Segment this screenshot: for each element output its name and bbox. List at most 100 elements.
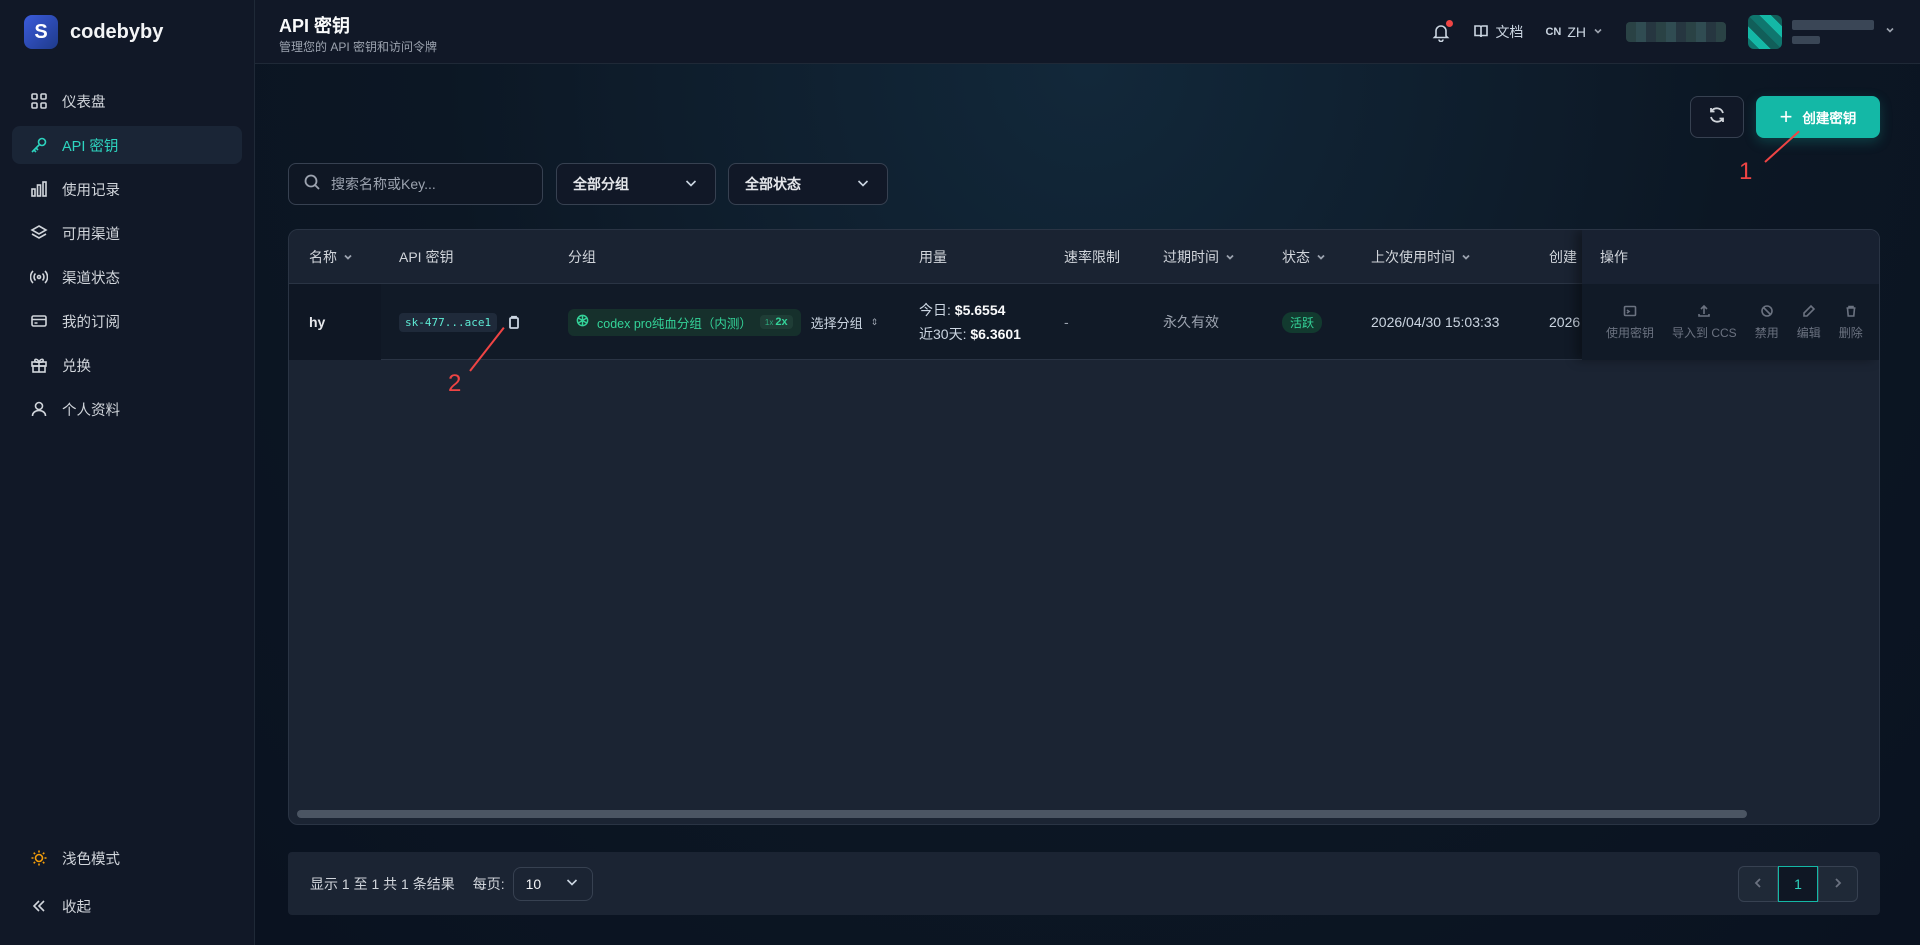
horizontal-scrollbar[interactable]	[297, 810, 1747, 818]
sidebar-item-usage[interactable]: 使用记录	[12, 170, 242, 208]
user-info	[1792, 20, 1874, 44]
use-key-button[interactable]: 使用密钥	[1606, 304, 1654, 341]
top-header: API 密钥 管理您的 API 密钥和访问令牌 文档 CN ZH	[255, 0, 1920, 64]
column-usage: 用量	[919, 230, 947, 284]
sidebar-item-label: API 密钥	[62, 138, 119, 155]
status-filter-value: 全部状态	[745, 176, 801, 192]
collapse-sidebar-button[interactable]: 收起	[12, 887, 242, 925]
column-key: API 密钥	[399, 230, 453, 284]
brand[interactable]: S codebyby	[0, 0, 254, 64]
refresh-icon	[1707, 105, 1727, 130]
prev-page-button[interactable]	[1738, 866, 1778, 902]
theme-toggle[interactable]: 浅色模式	[12, 839, 242, 877]
column-status[interactable]: 状态	[1282, 230, 1326, 284]
api-key-value: sk-477...ace1	[399, 312, 498, 332]
column-status-label: 状态	[1282, 249, 1310, 265]
ban-icon	[1760, 304, 1774, 321]
page-1-button[interactable]: 1	[1778, 866, 1818, 902]
chevron-down-icon	[1884, 23, 1896, 41]
sort-icon	[1316, 249, 1326, 265]
trash-icon	[1844, 304, 1858, 321]
sidebar-item-redeem[interactable]: 兑换	[12, 346, 242, 384]
row-actions: 使用密钥 导入到 CCS 禁用 编辑 删除	[1582, 284, 1879, 360]
bar-chart-icon	[30, 180, 48, 198]
group-filter-value: 全部分组	[573, 176, 629, 192]
terminal-icon	[1623, 304, 1637, 321]
user-icon	[30, 400, 48, 418]
sidebar-item-channel-status[interactable]: 渠道状态	[12, 258, 242, 296]
column-name[interactable]: 名称	[309, 230, 353, 284]
delete-label: 删除	[1838, 325, 1863, 340]
usage-today-value: $5.6554	[954, 302, 1006, 318]
sun-icon	[30, 849, 48, 867]
per-page-value: 10	[525, 875, 542, 892]
status-cell: 活跃	[1282, 284, 1323, 360]
sort-icon	[1225, 249, 1235, 265]
edit-key-button[interactable]: 编辑	[1797, 304, 1821, 341]
docs-label: 文档	[1495, 24, 1524, 40]
copy-key-button[interactable]	[507, 315, 521, 329]
search-box[interactable]	[288, 163, 543, 205]
sidebar-item-subscriptions[interactable]: 我的订阅	[12, 302, 242, 340]
sidebar-item-profile[interactable]: 个人资料	[12, 390, 242, 428]
column-rate-label: 速率限制	[1064, 249, 1120, 265]
sort-icon	[1461, 249, 1471, 265]
column-last-used[interactable]: 上次使用时间	[1371, 230, 1471, 284]
import-ccs-button[interactable]: 导入到 CCS	[1672, 304, 1737, 341]
sidebar-item-channels[interactable]: 可用渠道	[12, 214, 242, 252]
sidebar-item-api-keys[interactable]: API 密钥	[12, 126, 242, 164]
docs-link[interactable]: 文档	[1473, 22, 1523, 42]
user-role-redacted	[1792, 36, 1820, 44]
import-ccs-label: 导入到 CCS	[1672, 325, 1737, 340]
next-page-button[interactable]	[1818, 866, 1858, 902]
language-label: ZH	[1567, 24, 1586, 40]
column-expire[interactable]: 过期时间	[1163, 230, 1235, 284]
column-key-label: API 密钥	[399, 249, 454, 265]
sidebar-item-label: 兑换	[62, 358, 91, 375]
per-page-select[interactable]: 10	[512, 866, 593, 901]
delete-key-button[interactable]: 删除	[1839, 304, 1863, 341]
create-key-button[interactable]: + 创建密钥	[1756, 96, 1880, 138]
api-keys-table: 名称 API 密钥 分组 用量 速率限制 过期时间 状态 上次使用时间 创建 h…	[288, 229, 1880, 825]
refresh-button[interactable]	[1690, 96, 1744, 138]
user-menu[interactable]	[1748, 15, 1896, 49]
sidebar-item-dashboard[interactable]: 仪表盘	[12, 82, 242, 120]
plus-icon: +	[1779, 104, 1793, 129]
group-badge: codex pro纯血分组（内测） 1x 2x	[568, 308, 801, 336]
name-cell-bg	[289, 284, 381, 360]
usage-today: 今日: $5.6554	[919, 300, 1005, 320]
disable-key-button[interactable]: 禁用	[1755, 304, 1779, 341]
annotation-1: 1	[1739, 158, 1753, 185]
column-group-label: 分组	[568, 249, 596, 265]
search-input[interactable]	[331, 176, 521, 192]
select-group-button[interactable]: 选择分组 ⇕	[811, 313, 879, 332]
edit-icon	[1802, 304, 1816, 321]
sidebar: S codebyby 仪表盘 API 密钥 使用记录 可用渠道 渠道状态 我的订…	[0, 0, 255, 945]
key-cell: sk-477...ace1	[399, 284, 521, 360]
sort-icon	[343, 249, 353, 265]
page-buttons: 1	[1738, 866, 1858, 902]
key-icon	[30, 136, 48, 154]
sidebar-item-label: 渠道状态	[62, 270, 120, 287]
notifications-button[interactable]	[1431, 20, 1454, 43]
balance-badge	[1626, 22, 1726, 42]
sidebar-item-label: 使用记录	[62, 182, 120, 199]
status-badge: 活跃	[1282, 311, 1323, 333]
group-filter-select[interactable]: 全部分组	[556, 163, 716, 205]
status-filter-select[interactable]: 全部状态	[728, 163, 888, 205]
usage-30d-label: 近30天:	[919, 326, 967, 342]
language-selector[interactable]: CN ZH	[1545, 24, 1604, 40]
sidebar-item-label: 仪表盘	[62, 94, 106, 111]
broadcast-icon	[30, 268, 48, 286]
usage-30d: 近30天: $6.3601	[919, 324, 1021, 344]
book-icon	[1473, 23, 1489, 42]
bell-icon	[1431, 25, 1451, 46]
annotation-2: 2	[448, 370, 462, 397]
search-icon	[303, 173, 321, 196]
upload-icon	[1697, 304, 1711, 321]
disable-label: 禁用	[1754, 325, 1779, 340]
layers-icon	[30, 224, 48, 242]
multiplier-value: 2x	[775, 316, 788, 328]
per-page: 每页: 10	[473, 866, 593, 901]
page-subtitle: 管理您的 API 密钥和访问令牌	[279, 40, 438, 54]
